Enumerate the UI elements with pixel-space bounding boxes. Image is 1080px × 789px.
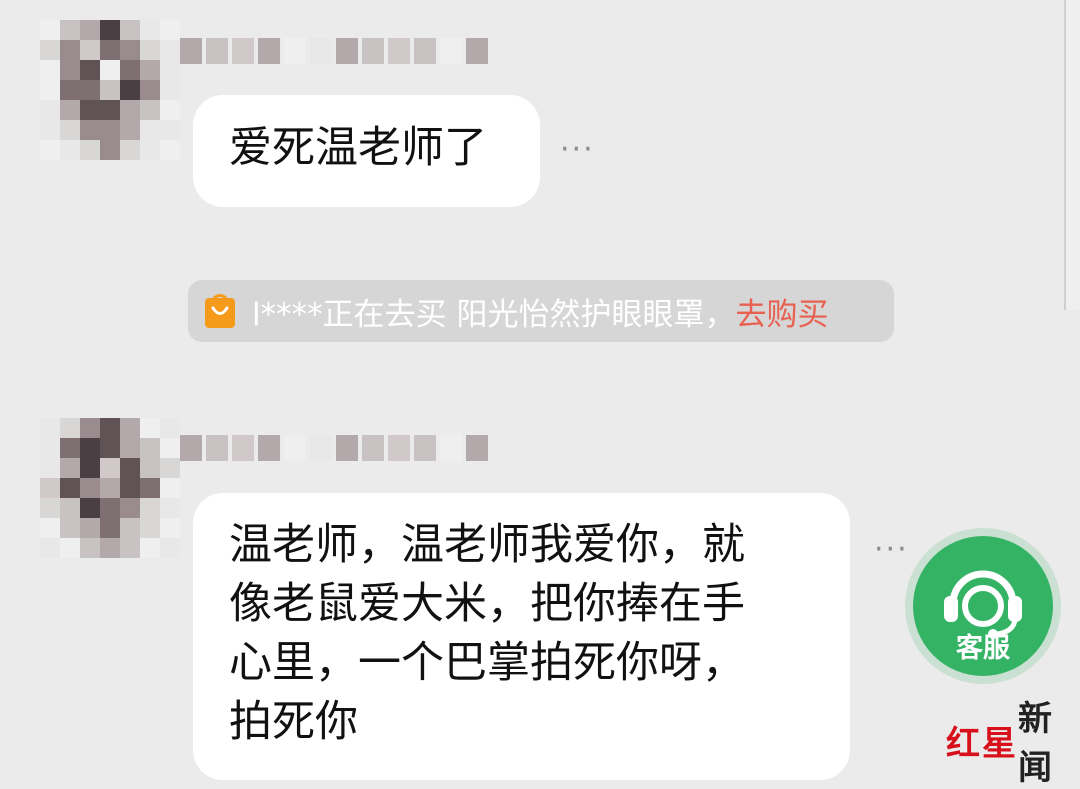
more-options-icon[interactable]: ··· [874, 535, 909, 565]
scrollbar[interactable] [1064, 0, 1080, 310]
message-bubble[interactable]: 温老师，温老师我爱你，就 像老鼠爱大米，把你捧在手 心里，一个巴掌拍死你呀， 拍… [193, 493, 850, 780]
customer-service-button[interactable]: 客服 [913, 536, 1053, 676]
message-text: 爱死温老师了 [229, 123, 487, 173]
avatar[interactable] [40, 20, 180, 160]
watermark-char: 星 [982, 723, 1016, 764]
shopping-bag-icon [205, 294, 235, 328]
watermark-char: 红 [946, 723, 980, 764]
service-label: 客服 [956, 633, 1010, 664]
purchase-notice[interactable]: l****正在去买 阳光怡然护眼眼罩， 去购买 [188, 280, 894, 342]
message-line: 温老师，温老师我爱你，就 [229, 520, 745, 570]
message-line: 心里，一个巴掌拍死你呀， [229, 638, 745, 688]
message-line: 拍死你 [229, 697, 358, 747]
watermark-text: 新闻 [1018, 699, 1052, 788]
sender-name-blurred [180, 38, 488, 64]
buy-link[interactable]: 去购买 [735, 289, 828, 334]
more-options-icon[interactable]: ··· [560, 135, 595, 165]
sender-name-blurred [180, 435, 488, 461]
message-bubble[interactable]: 爱死温老师了 [193, 95, 540, 207]
news-watermark-logo: 红 星 新闻 [946, 699, 1080, 788]
avatar[interactable] [40, 418, 180, 558]
message-line: 像老鼠爱大米，把你捧在手 [229, 579, 745, 629]
notice-text: l****正在去买 阳光怡然护眼眼罩， [252, 296, 736, 333]
